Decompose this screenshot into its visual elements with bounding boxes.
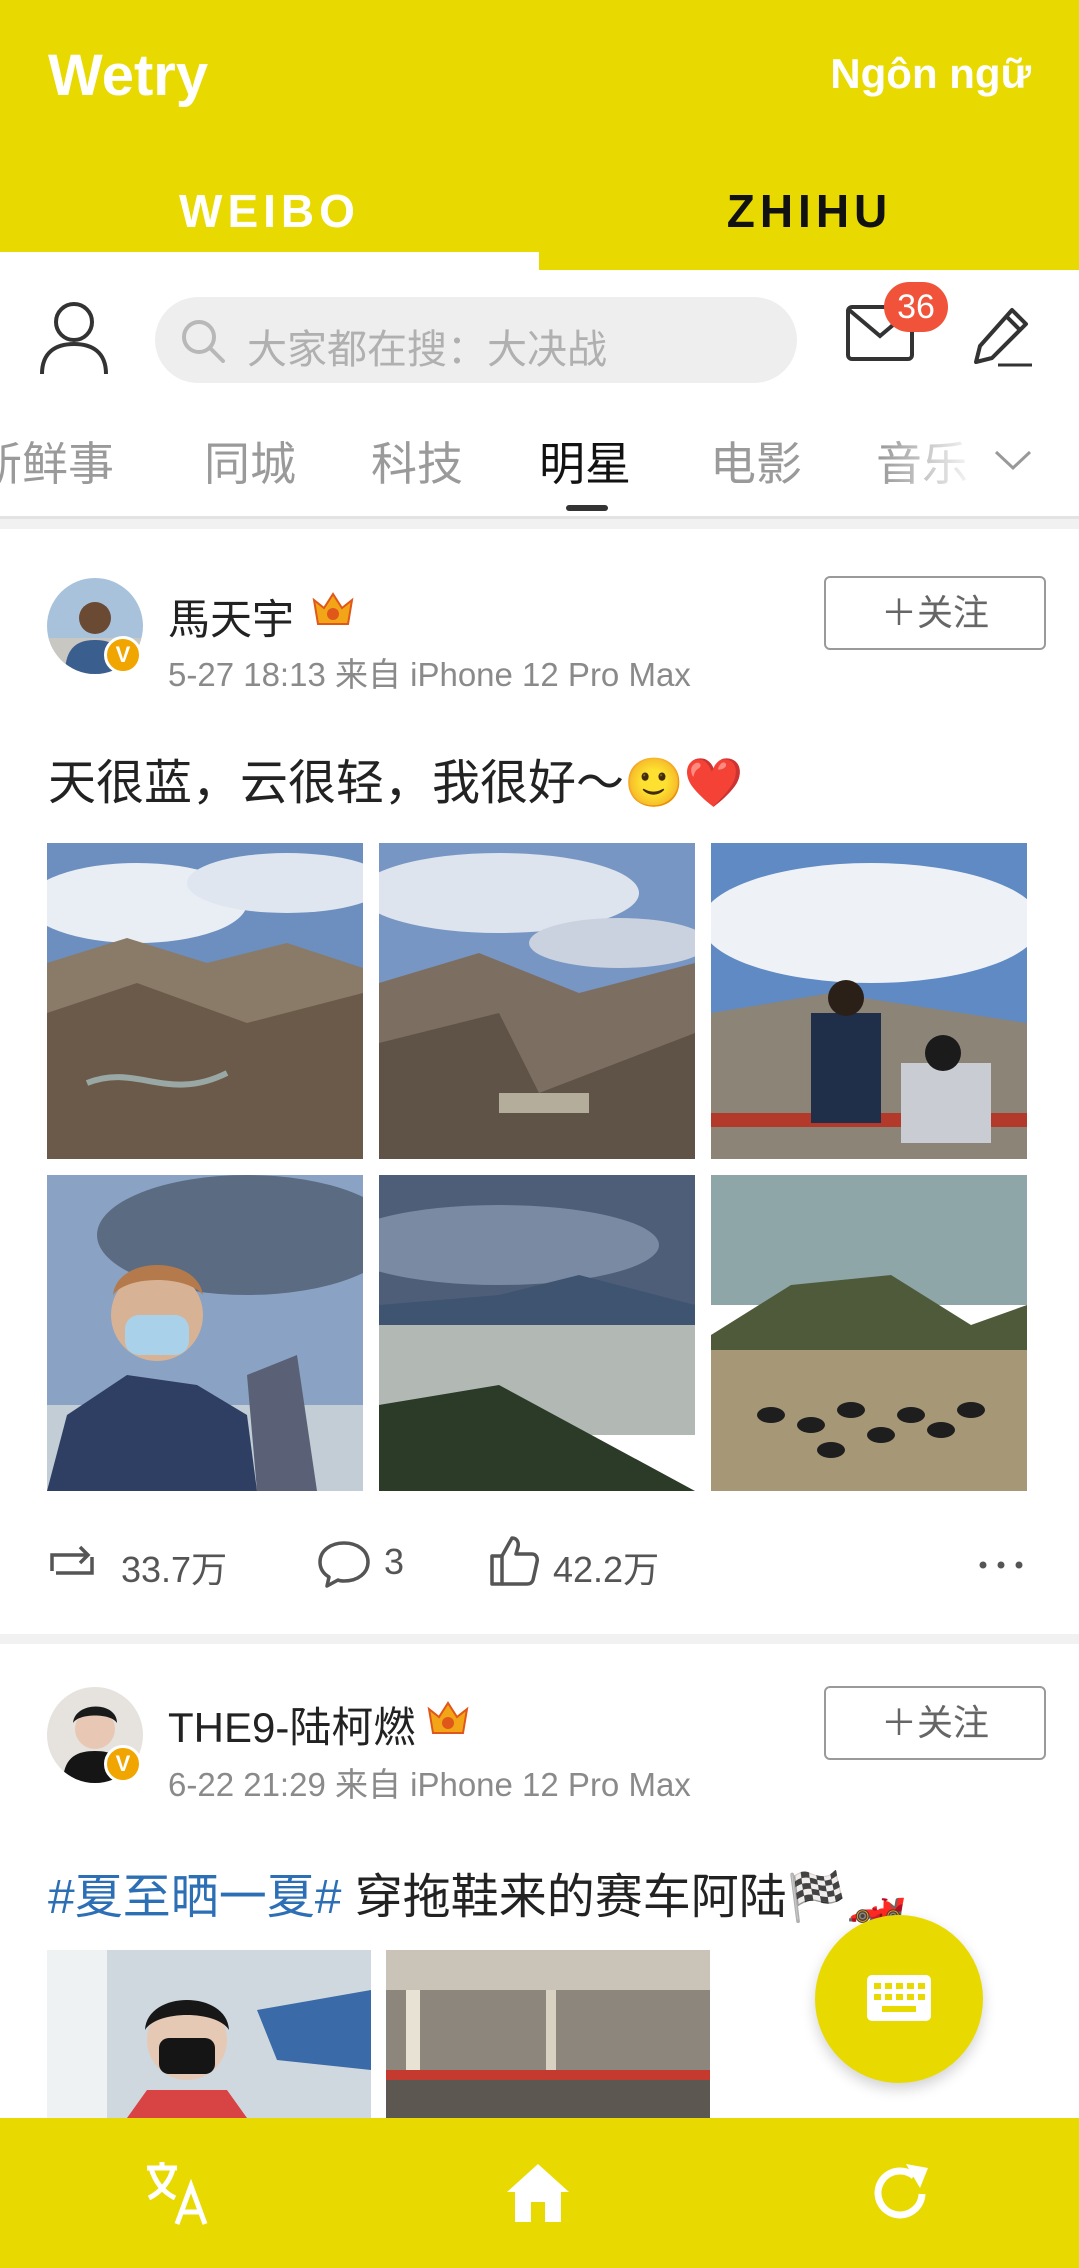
language-button[interactable]: Ngôn ngữ bbox=[830, 50, 1031, 98]
post-photo[interactable] bbox=[711, 843, 1027, 1159]
verified-badge: V bbox=[104, 1745, 142, 1783]
keyboard-icon bbox=[867, 1975, 931, 2021]
category-active-indicator bbox=[566, 505, 608, 511]
category-dianying[interactable]: 电影 bbox=[710, 428, 802, 494]
post-photo[interactable] bbox=[379, 843, 695, 1159]
comment-icon[interactable] bbox=[316, 1535, 372, 1591]
post-text-body: 穿拖鞋来的赛车阿陆🏁🏎️ bbox=[341, 1871, 907, 1924]
repost-icon[interactable] bbox=[44, 1535, 100, 1591]
repost-count: 33.7万 bbox=[121, 1549, 228, 1590]
category-tongcheng[interactable]: 同城 bbox=[204, 428, 296, 494]
post-photo[interactable] bbox=[47, 843, 363, 1159]
post-photo[interactable] bbox=[47, 1950, 371, 2118]
post-photo[interactable] bbox=[711, 1175, 1027, 1491]
message-count-badge: 36 bbox=[884, 282, 948, 332]
post-text: #夏至晒一夏# 穿拖鞋来的赛车阿陆🏁🏎️ bbox=[48, 1857, 906, 1927]
post-username[interactable]: THE9-陆柯燃 bbox=[168, 1694, 415, 1755]
app-title: Wetry bbox=[48, 43, 209, 108]
category-keji[interactable]: 科技 bbox=[371, 428, 463, 494]
compose-icon[interactable] bbox=[972, 304, 1034, 368]
post-photo[interactable] bbox=[47, 1175, 363, 1491]
home-icon[interactable] bbox=[503, 2158, 573, 2228]
category-xinxianshi[interactable]: 新鲜事 bbox=[0, 428, 114, 494]
comment-count: 3 bbox=[384, 1541, 405, 1582]
category-mingxing[interactable]: 明星 bbox=[539, 428, 631, 494]
post-timestamp: 5-27 18:13 来自 iPhone 12 Pro Max bbox=[168, 656, 691, 693]
follow-button[interactable]: ＋关注 bbox=[824, 1686, 1046, 1760]
search-placeholder: 大家都在搜：大决战 bbox=[247, 328, 607, 372]
like-count: 42.2万 bbox=[553, 1549, 660, 1590]
post-photo[interactable] bbox=[379, 1175, 695, 1491]
bottom-nav bbox=[0, 2118, 1079, 2268]
post-timestamp: 6-22 21:29 来自 iPhone 12 Pro Max bbox=[168, 1766, 691, 1803]
translate-icon[interactable] bbox=[143, 2158, 213, 2228]
category-fade bbox=[880, 412, 980, 512]
profile-icon[interactable] bbox=[38, 300, 110, 376]
search-icon bbox=[182, 320, 225, 363]
app-bar: Wetry Ngôn ngữ bbox=[0, 0, 1079, 150]
post-photo[interactable] bbox=[386, 1950, 710, 2118]
more-icon[interactable] bbox=[973, 1535, 1029, 1591]
tab-zhihu[interactable]: ZHIHU bbox=[540, 150, 1079, 270]
like-icon[interactable] bbox=[486, 1532, 542, 1588]
search-input[interactable]: 大家都在搜：大决战 bbox=[155, 297, 797, 383]
chevron-down-icon[interactable] bbox=[990, 436, 1036, 482]
verified-badge: V bbox=[104, 636, 142, 674]
post-username[interactable]: 馬天宇 bbox=[168, 586, 294, 647]
divider bbox=[0, 1634, 1079, 1644]
post-text: 天很蓝，云很轻，我很好～🙂❤️ bbox=[48, 757, 744, 810]
refresh-icon[interactable] bbox=[866, 2158, 936, 2228]
post-hashtag[interactable]: #夏至晒一夏# bbox=[48, 1871, 341, 1924]
follow-button[interactable]: ＋关注 bbox=[824, 576, 1046, 650]
crown-icon bbox=[312, 592, 354, 625]
active-tab-indicator bbox=[0, 252, 539, 270]
crown-icon bbox=[427, 1701, 469, 1734]
keyboard-button[interactable] bbox=[815, 1915, 983, 2083]
divider bbox=[0, 519, 1079, 529]
